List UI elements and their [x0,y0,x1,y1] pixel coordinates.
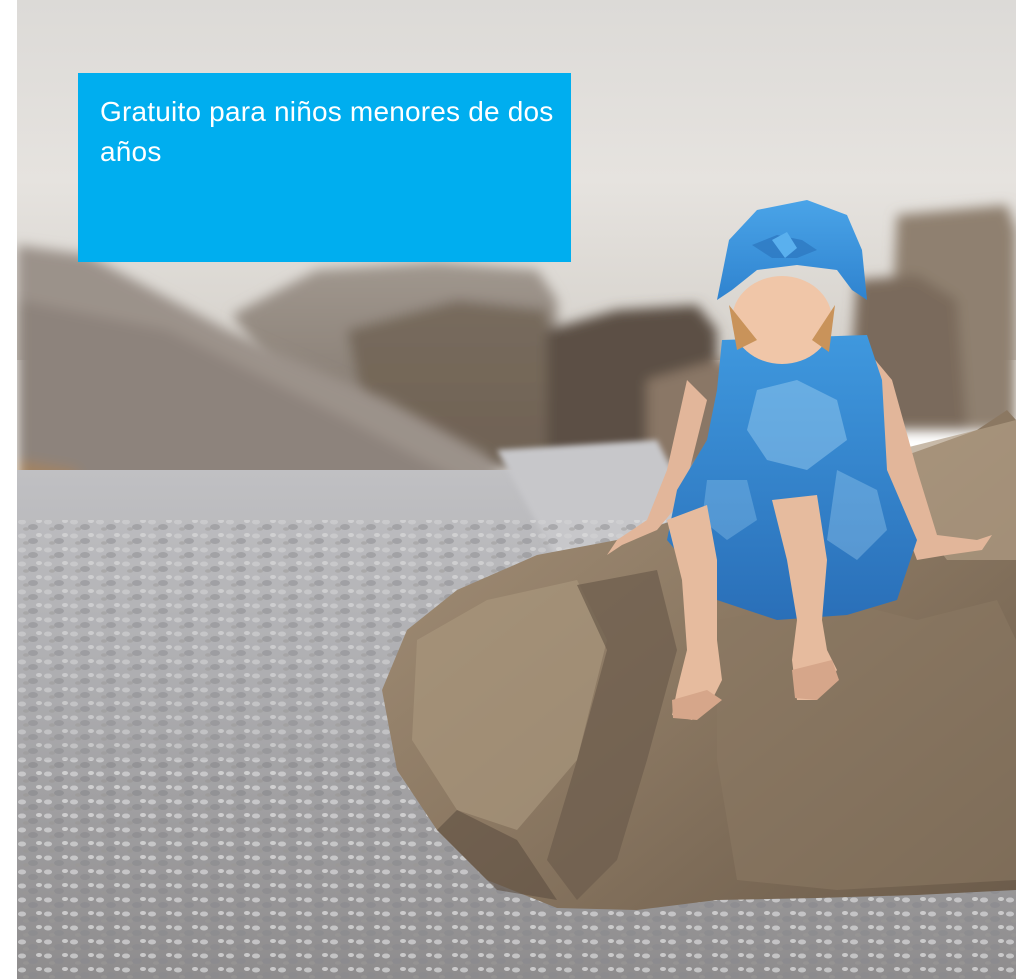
caption-box: Gratuito para niños menores de dos años [78,73,571,262]
caption-text: Gratuito para niños menores de dos años [100,96,554,167]
photo-frame: Gratuito para niños menores de dos años [17,0,1016,979]
